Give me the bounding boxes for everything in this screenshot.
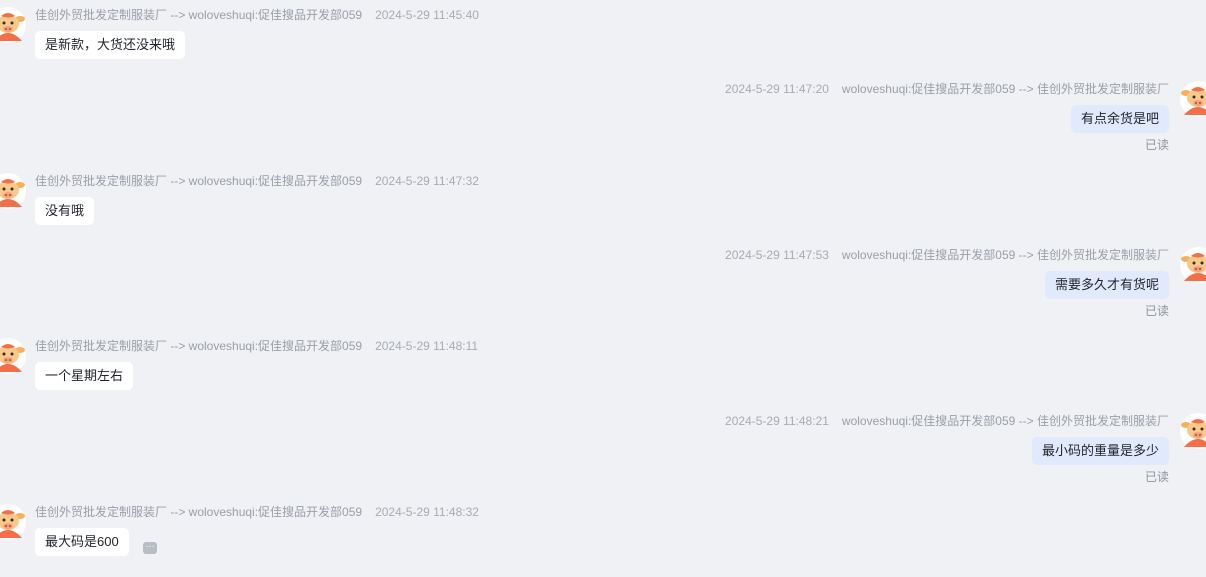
sender-name: woloveshuqi:促佳搜品开发部059 --> 佳创外贸批发定制服装厂 bbox=[841, 82, 1169, 96]
sender-name: woloveshuqi:促佳搜品开发部059 --> 佳创外贸批发定制服装厂 bbox=[841, 248, 1169, 262]
sender-name: 佳创外贸批发定制服装厂 --> woloveshuqi:促佳搜品开发部059 bbox=[35, 8, 363, 22]
avatar[interactable] bbox=[1180, 247, 1206, 283]
message-meta: 2024-5-29 11:47:20 woloveshuqi:促佳搜品开发部059… bbox=[725, 81, 1169, 97]
more-options-icon[interactable]: ··· bbox=[143, 542, 157, 554]
avatar[interactable] bbox=[0, 173, 26, 209]
read-status: 已读 bbox=[1144, 470, 1169, 484]
message-time: 2024-5-29 11:47:53 bbox=[725, 248, 829, 262]
avatar[interactable] bbox=[0, 504, 26, 540]
avatar[interactable] bbox=[1180, 81, 1206, 117]
message-time: 2024-5-29 11:47:32 bbox=[375, 174, 479, 188]
message-bubble[interactable]: 一个星期左右 bbox=[35, 362, 134, 390]
avatar[interactable] bbox=[0, 7, 26, 43]
sender-name: 佳创外贸批发定制服装厂 --> woloveshuqi:促佳搜品开发部059 bbox=[35, 174, 363, 188]
sender-name: 佳创外贸批发定制服装厂 --> woloveshuqi:促佳搜品开发部059 bbox=[35, 505, 363, 519]
chat-message-list[interactable]: 佳创外贸批发定制服装厂 --> woloveshuqi:促佳搜品开发部059 20… bbox=[0, 0, 1206, 577]
message-meta: 佳创外贸批发定制服装厂 --> woloveshuqi:促佳搜品开发部059 20… bbox=[35, 338, 478, 354]
message-bubble[interactable]: 没有哦 bbox=[35, 197, 95, 225]
message-bubble[interactable]: 是新款，大货还没来哦 bbox=[35, 31, 186, 59]
sender-name: 佳创外贸批发定制服装厂 --> woloveshuqi:促佳搜品开发部059 bbox=[35, 339, 363, 353]
message-meta: 2024-5-29 11:48:21 woloveshuqi:促佳搜品开发部059… bbox=[725, 413, 1169, 429]
message-meta: 佳创外贸批发定制服装厂 --> woloveshuqi:促佳搜品开发部059 20… bbox=[35, 7, 479, 23]
sender-name: woloveshuqi:促佳搜品开发部059 --> 佳创外贸批发定制服装厂 bbox=[841, 414, 1169, 428]
avatar[interactable] bbox=[0, 338, 26, 374]
message-bubble[interactable]: 最小码的重量是多少 bbox=[1031, 437, 1169, 465]
message-bubble[interactable]: 有点余货是吧 bbox=[1070, 105, 1169, 133]
avatar[interactable] bbox=[1180, 413, 1206, 449]
message-time: 2024-5-29 11:45:40 bbox=[375, 8, 479, 22]
read-status: 已读 bbox=[1144, 138, 1169, 152]
message-bubble[interactable]: 最大码是600 bbox=[35, 528, 129, 556]
message-time: 2024-5-29 11:48:11 bbox=[375, 339, 479, 353]
message-time: 2024-5-29 11:47:20 bbox=[725, 82, 829, 96]
read-status: 已读 bbox=[1144, 304, 1169, 318]
message-bubble[interactable]: 需要多久才有货呢 bbox=[1044, 271, 1169, 299]
message-time: 2024-5-29 11:48:21 bbox=[725, 414, 829, 428]
message-meta: 佳创外贸批发定制服装厂 --> woloveshuqi:促佳搜品开发部059 20… bbox=[35, 504, 479, 520]
message-meta: 佳创外贸批发定制服装厂 --> woloveshuqi:促佳搜品开发部059 20… bbox=[35, 173, 479, 189]
message-time: 2024-5-29 11:48:32 bbox=[375, 505, 479, 519]
message-meta: 2024-5-29 11:47:53 woloveshuqi:促佳搜品开发部059… bbox=[725, 247, 1169, 263]
